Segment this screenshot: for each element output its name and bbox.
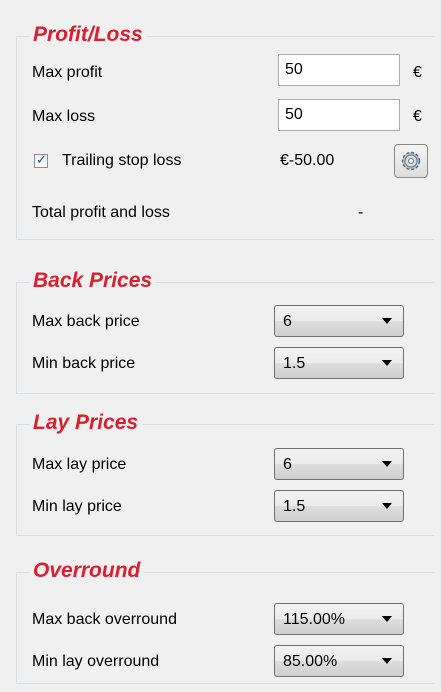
back-prices-title: Back Prices bbox=[29, 268, 157, 294]
max-back-overround-label: Max back overround bbox=[32, 611, 177, 628]
max-loss-input[interactable] bbox=[278, 99, 400, 131]
min-back-price-value: 1.5 bbox=[283, 355, 306, 372]
max-profit-label: Max profit bbox=[32, 64, 103, 81]
max-lay-price-label: Max lay price bbox=[32, 456, 127, 473]
lay-prices-title: Lay Prices bbox=[29, 410, 143, 436]
min-lay-overround-select[interactable]: 85.00% bbox=[274, 645, 404, 677]
trailing-stop-label: Trailing stop loss bbox=[62, 152, 182, 169]
dropdown-arrow-icon bbox=[382, 318, 392, 324]
dropdown-arrow-icon bbox=[382, 616, 392, 622]
trailing-stop-checkbox[interactable]: ✓ bbox=[34, 152, 48, 168]
min-lay-overround-value: 85.00% bbox=[283, 653, 338, 670]
max-profit-input[interactable] bbox=[278, 54, 400, 86]
max-lay-price-value: 6 bbox=[283, 456, 292, 473]
overround-title: Overround bbox=[29, 558, 145, 584]
max-back-overround-select[interactable]: 115.00% bbox=[274, 603, 404, 635]
total-profit-loss-label: Total profit and loss bbox=[32, 204, 170, 221]
profit-loss-title: Profit/Loss bbox=[29, 22, 147, 48]
gear-icon bbox=[401, 151, 421, 171]
dropdown-arrow-icon bbox=[382, 461, 392, 467]
dropdown-arrow-icon bbox=[382, 658, 392, 664]
max-back-overround-value: 115.00% bbox=[283, 611, 345, 628]
trailing-stop-settings-button[interactable] bbox=[394, 144, 428, 178]
min-back-price-select[interactable]: 1.5 bbox=[274, 347, 404, 379]
trailing-stop-value: €-50.00 bbox=[280, 152, 335, 169]
min-lay-price-select[interactable]: 1.5 bbox=[274, 490, 404, 522]
dropdown-arrow-icon bbox=[382, 503, 392, 509]
min-lay-price-label: Min lay price bbox=[32, 498, 122, 515]
max-back-price-value: 6 bbox=[283, 313, 292, 330]
max-loss-label: Max loss bbox=[32, 108, 96, 125]
min-lay-price-value: 1.5 bbox=[283, 498, 306, 515]
max-loss-currency: € bbox=[413, 108, 422, 125]
min-back-price-label: Min back price bbox=[32, 355, 136, 372]
check-icon: ✓ bbox=[36, 152, 47, 167]
max-back-price-select[interactable]: 6 bbox=[274, 305, 404, 337]
settings-panel: Profit/Loss Max profit € Max loss € ✓ Tr… bbox=[0, 0, 442, 692]
max-profit-currency: € bbox=[413, 64, 422, 81]
total-profit-loss-value: - bbox=[358, 204, 364, 221]
max-back-price-label: Max back price bbox=[32, 313, 140, 330]
dropdown-arrow-icon bbox=[382, 360, 392, 366]
min-lay-overround-label: Min lay overround bbox=[32, 653, 160, 670]
max-lay-price-select[interactable]: 6 bbox=[274, 448, 404, 480]
